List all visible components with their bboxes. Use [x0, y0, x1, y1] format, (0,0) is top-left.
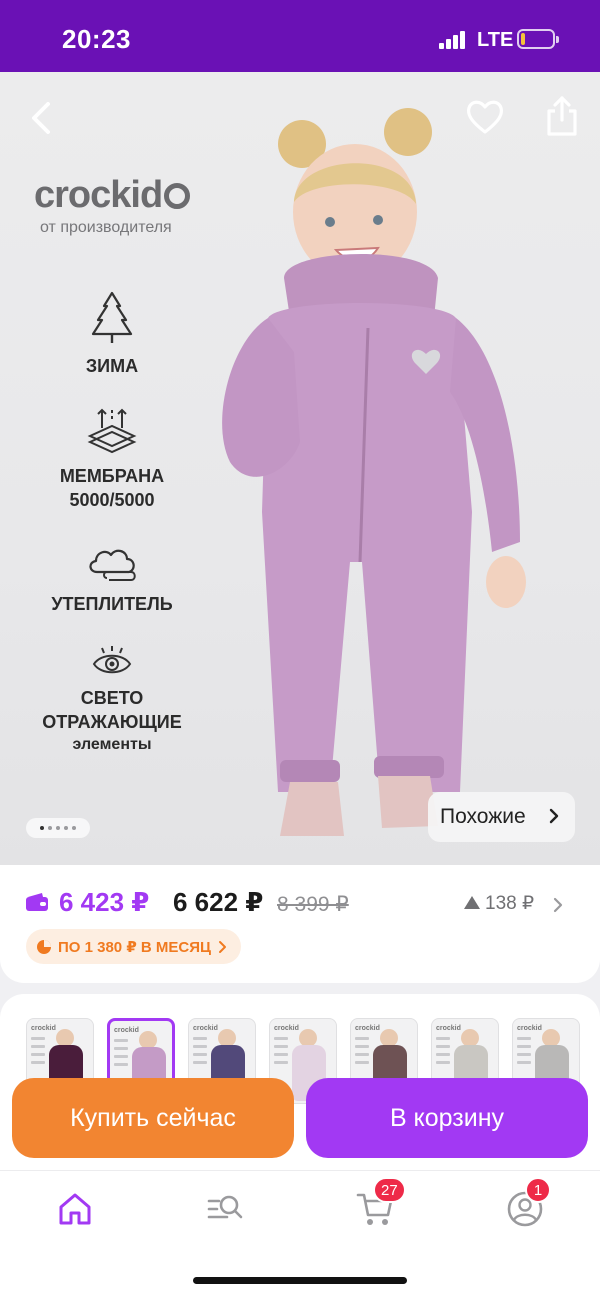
price-history[interactable]: 138 ₽: [464, 892, 534, 915]
status-time: 20:23: [62, 24, 131, 54]
triangle-up-icon: [464, 896, 480, 909]
add-to-cart-button[interactable]: В корзину: [306, 1078, 588, 1158]
gallery-pagination: [26, 818, 90, 838]
feature-sub: элементы: [72, 736, 152, 753]
wallet-icon: [26, 893, 48, 911]
similar-label: Похожие: [440, 805, 526, 828]
membrane-icon: [87, 408, 137, 454]
chevron-right-icon: [219, 940, 226, 953]
feature-label: МЕМБРАНА: [59, 466, 165, 486]
product-photo: [222, 108, 526, 836]
chevron-right-icon[interactable]: [551, 894, 565, 916]
profile-badge: 1: [525, 1177, 551, 1203]
brand-subtitle: от производителя: [40, 219, 172, 236]
product-gallery[interactable]: crockid от производителя ЗИМА МЕМБРАНА 5…: [0, 72, 600, 867]
status-bar: 20:23 LTE: [0, 0, 600, 72]
installment-badge[interactable]: ПО 1 380 ₽ В МЕСЯЦ: [26, 929, 241, 964]
snow-tree-icon: [91, 291, 133, 343]
signal-icon: [439, 31, 465, 49]
brand-mark-icon: [164, 183, 191, 209]
back-icon[interactable]: [22, 98, 62, 138]
catalog-search-icon[interactable]: [205, 1189, 245, 1229]
regular-price: 6 622 ₽: [173, 887, 264, 917]
cart-badge: 27: [373, 1177, 406, 1203]
cloud-insulation-icon: [89, 549, 136, 581]
buy-now-button[interactable]: Купить сейчас: [12, 1078, 294, 1158]
installment-label: ПО 1 380 ₽ В МЕСЯЦ: [58, 938, 211, 956]
profile-tab[interactable]: 1: [505, 1177, 551, 1229]
price-card: 6 423 ₽ 6 622 ₽ 8 399 ₽ 138 ₽ ПО 1 380 ₽…: [0, 865, 600, 983]
battery-icon: [517, 29, 559, 49]
feature-winter: ЗИМА: [12, 290, 212, 378]
network-label: LTE: [477, 29, 514, 51]
chevron-right-icon: [549, 808, 559, 824]
home-icon[interactable]: [55, 1189, 95, 1229]
old-price: 8 399 ₽: [277, 893, 349, 916]
brand-name: crockid: [34, 174, 163, 216]
pie-chart-icon: [37, 939, 51, 954]
battery-level: [521, 33, 525, 45]
price-change: 138 ₽: [485, 893, 535, 914]
cart-tab[interactable]: 27: [355, 1177, 406, 1229]
feature-label: ЗИМА: [85, 356, 139, 376]
home-indicator: [193, 1277, 407, 1284]
feature-membrane: МЕМБРАНА 5000/5000: [12, 406, 212, 512]
wallet-price: 6 423 ₽: [59, 887, 150, 917]
similar-button[interactable]: Похожие: [428, 792, 575, 842]
brand-logo: crockid от производителя: [34, 174, 191, 237]
feature-sub: 5000/5000: [69, 490, 155, 510]
feature-label: УТЕПЛИТЕЛЬ: [51, 594, 173, 614]
feature-label: СВЕТО: [80, 688, 144, 708]
feature-sub: ОТРАЖАЮЩИЕ: [42, 712, 182, 732]
feature-insulation: УТЕПЛИТЕЛЬ: [12, 542, 212, 616]
eye-reflective-icon: [92, 646, 132, 674]
share-icon[interactable]: [542, 94, 582, 138]
feature-reflective: СВЕТО ОТРАЖАЮЩИЕ элементы: [12, 644, 212, 756]
